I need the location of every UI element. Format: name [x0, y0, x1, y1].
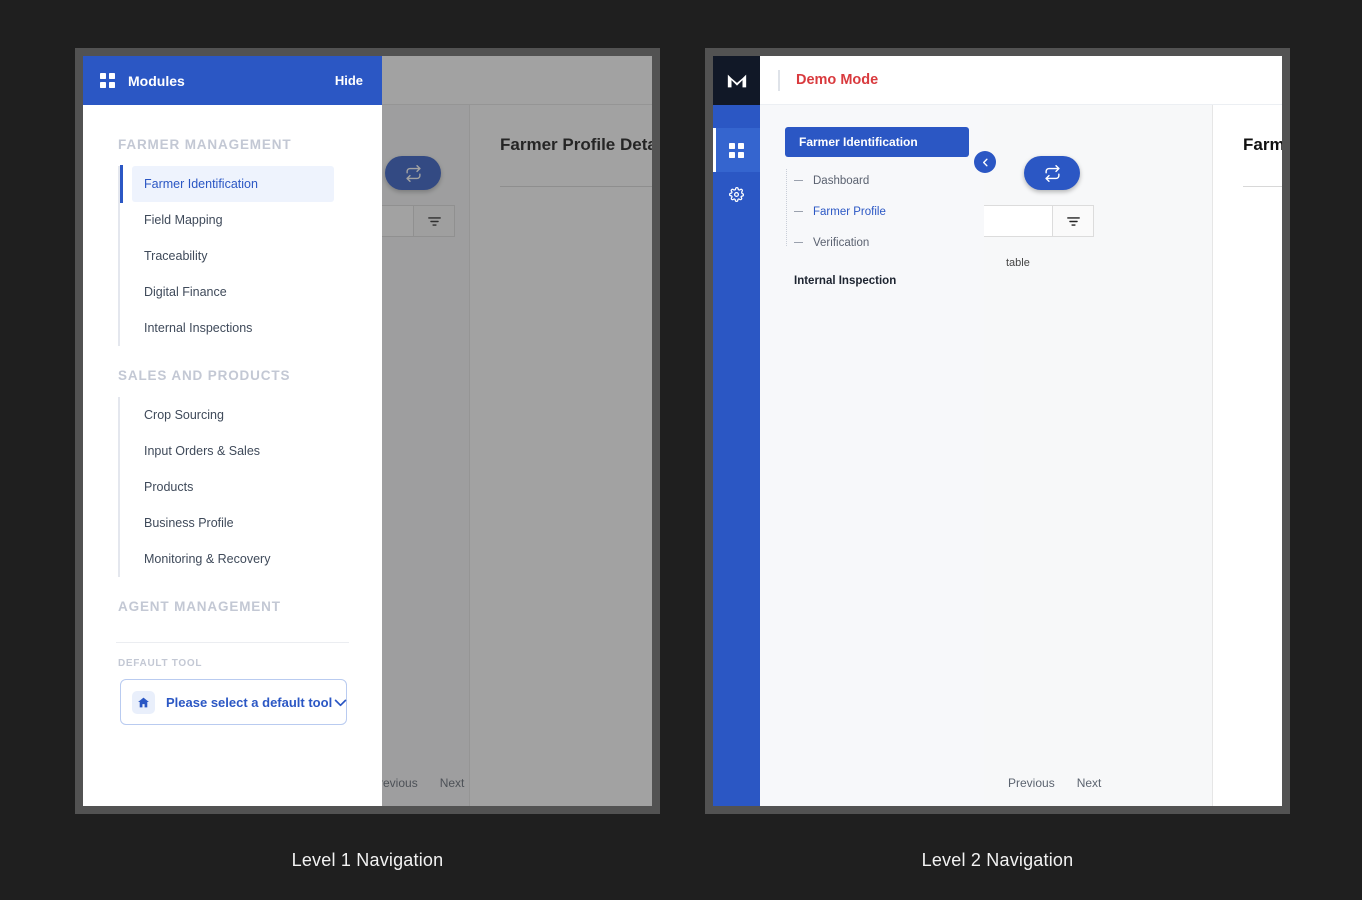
list-pane: table Previous Next [972, 105, 1213, 806]
rail-item-modules[interactable] [713, 128, 760, 172]
detail-page-title: Farmer Profile Details [1243, 135, 1285, 154]
sidebar-item-farmer-identification[interactable]: Farmer Identification [120, 165, 334, 203]
sidebar-item-internal-inspections[interactable]: Internal Inspections [120, 310, 382, 346]
sidebar-item-label: Business Profile [144, 516, 234, 530]
submenu-list: Dashboard Farmer Profile Verification [786, 165, 984, 258]
sidebar-item-products[interactable]: Products [120, 469, 382, 505]
dash-icon [794, 180, 803, 181]
default-tool-select[interactable]: Please select a default tool [120, 679, 347, 725]
sidebar-item-traceability[interactable]: Traceability [120, 238, 382, 274]
app-window: Previous Next Farmer Profile Details Mod… [83, 56, 652, 806]
pagination-next[interactable]: Next [1077, 776, 1102, 790]
grid-icon [100, 73, 115, 88]
sidebar-item-label: Input Orders & Sales [144, 444, 261, 458]
detail-pane: Farmer Profile Details [1213, 105, 1282, 806]
sidebar-item-business-profile[interactable]: Business Profile [120, 505, 382, 541]
sidebar-item-label: Farmer Identification [144, 177, 258, 191]
submenu-item-verification[interactable]: Verification [786, 227, 984, 258]
swap-icon [1044, 164, 1060, 182]
submenu-item-label: Verification [813, 236, 870, 249]
drawer-header: Modules Hide [83, 56, 382, 105]
search-input[interactable] [972, 205, 1052, 237]
drawer-body: FARMER MANAGEMENT Farmer Identification … [83, 105, 382, 806]
dash-icon [794, 211, 803, 212]
modules-drawer: Modules Hide FARMER MANAGEMENT Farmer Id… [83, 56, 382, 806]
sidebar-item-label: Digital Finance [144, 285, 227, 299]
submenu-item-farmer-profile[interactable]: Farmer Profile [786, 196, 984, 227]
group-list-farmer-management: Farmer Identification Field Mapping Trac… [118, 165, 382, 346]
group-title-farmer-management: FARMER MANAGEMENT [118, 137, 292, 152]
filter-button[interactable] [1052, 205, 1094, 237]
group-title-sales-and-products: SALES AND PRODUCTS [118, 368, 291, 383]
grid-icon [729, 142, 744, 158]
content-area: Farmer Identification Dashboard Farmer P… [760, 105, 1282, 806]
sidebar-item-field-mapping[interactable]: Field Mapping [120, 202, 382, 238]
hide-button[interactable]: Hide [335, 73, 363, 88]
panel-frame: Demo Mode Farmer Identification Dashboar… [705, 48, 1290, 814]
chevron-down-icon [332, 694, 349, 711]
topbar: Demo Mode [760, 56, 1282, 105]
level-2-submenu: Farmer Identification Dashboard Farmer P… [760, 105, 984, 806]
screenshot-stage: Previous Next Farmer Profile Details Mod… [0, 0, 1362, 900]
sidebar-item-monitoring-and-recovery[interactable]: Monitoring & Recovery [120, 541, 382, 577]
submenu-item-dashboard[interactable]: Dashboard [786, 165, 984, 196]
sidebar-item-label: Internal Inspections [144, 321, 253, 335]
collapse-submenu-button[interactable] [974, 151, 996, 173]
gear-icon [729, 186, 744, 202]
sidebar-item-input-orders-and-sales[interactable]: Input Orders & Sales [120, 433, 382, 469]
submenu-header-label: Farmer Identification [799, 135, 918, 149]
app-logo[interactable] [713, 56, 760, 105]
demo-mode-badge: Demo Mode [796, 72, 879, 88]
pagination: Previous Next [1008, 776, 1101, 790]
caption-level-1: Level 1 Navigation [291, 850, 444, 870]
group-title-agent-management: AGENT MANAGEMENT [118, 599, 281, 614]
table-hint: table [1006, 257, 1030, 269]
swap-button[interactable] [1024, 156, 1080, 190]
rail-item-settings[interactable] [713, 172, 760, 216]
sidebar-item-label: Traceability [144, 249, 208, 263]
default-tool-value: Please select a default tool [166, 694, 333, 710]
sidebar-item-crop-sourcing[interactable]: Crop Sourcing [120, 397, 382, 433]
sidebar-item-label: Field Mapping [144, 213, 223, 227]
drawer-title: Modules [128, 72, 185, 89]
icon-rail [713, 56, 760, 806]
default-tool-label: DEFAULT TOOL [118, 658, 203, 669]
submenu-group-internal-inspection[interactable]: Internal Inspection [786, 275, 984, 287]
dash-icon [794, 242, 803, 243]
level-2-navigation-panel: Demo Mode Farmer Identification Dashboar… [705, 48, 1290, 870]
sidebar-item-label: Products [144, 480, 194, 494]
sidebar-item-label: Monitoring & Recovery [144, 552, 271, 566]
app-main: Demo Mode Farmer Identification Dashboar… [760, 56, 1282, 806]
rail-spacer [713, 105, 760, 128]
submenu-item-label: Farmer Profile [813, 205, 886, 218]
sidebar-item-digital-finance[interactable]: Digital Finance [120, 274, 382, 310]
chevron-left-icon [982, 158, 988, 166]
sidebar-item-label: Crop Sourcing [144, 408, 224, 422]
group-list-sales-and-products: Crop Sourcing Input Orders & Sales Produ… [118, 397, 382, 577]
caption-level-2: Level 2 Navigation [921, 850, 1074, 870]
app-window: Demo Mode Farmer Identification Dashboar… [713, 56, 1282, 806]
filter-icon [1066, 216, 1080, 226]
detail-divider [1243, 186, 1282, 187]
level-1-navigation-panel: Previous Next Farmer Profile Details Mod… [75, 48, 660, 870]
m-logo-icon [727, 74, 746, 87]
pagination-previous[interactable]: Previous [1008, 776, 1055, 790]
panel-frame: Previous Next Farmer Profile Details Mod… [75, 48, 660, 814]
home-icon [132, 690, 155, 714]
submenu-item-label: Dashboard [813, 174, 870, 187]
submenu-header[interactable]: Farmer Identification [785, 127, 969, 157]
topbar-divider [778, 69, 780, 91]
